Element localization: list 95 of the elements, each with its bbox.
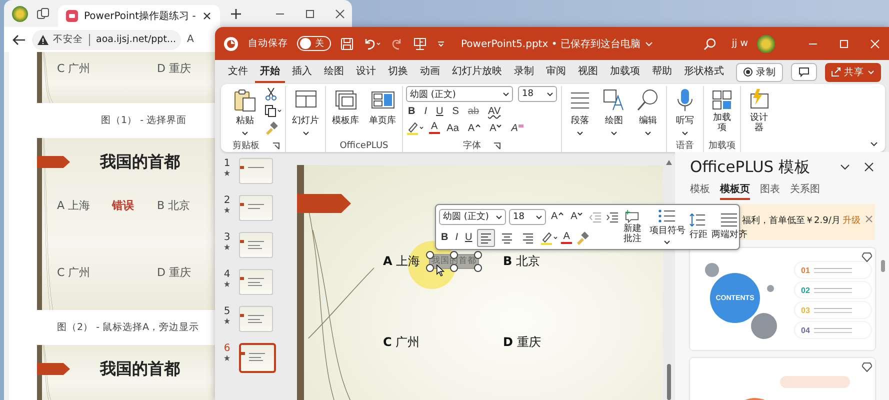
user-name: jj w bbox=[732, 38, 748, 49]
group-label: 加载项 bbox=[708, 140, 736, 152]
bold-button[interactable]: B bbox=[439, 232, 450, 243]
answer-option[interactable]: A 上海 bbox=[383, 253, 420, 270]
dictate-button[interactable]: 听写 bbox=[670, 86, 700, 139]
answer-option[interactable]: D 重庆 bbox=[503, 334, 541, 351]
pane-tab[interactable]: 模板页 bbox=[720, 180, 750, 200]
bold-button[interactable]: B bbox=[406, 106, 418, 116]
grow-font-button[interactable]: A bbox=[549, 211, 566, 222]
shrink-font-button[interactable]: A bbox=[568, 211, 586, 222]
answer-option: D 重庆 bbox=[157, 61, 217, 76]
slide-title: 我国的首都 bbox=[100, 152, 180, 173]
security-label: 不安全 bbox=[53, 33, 83, 46]
browser-tab[interactable]: PowerPoint操作题练习 - bbox=[58, 5, 220, 27]
autosave-label: 自动保存 bbox=[248, 37, 288, 50]
figure-caption: 图（2） - 鼠标选择A，旁边显示 bbox=[57, 321, 200, 335]
document-title[interactable]: PowerPoint5.pptx • 已保存到这台电脑 bbox=[461, 36, 654, 50]
autosave-toggle[interactable]: 关 bbox=[297, 36, 331, 51]
template-library-button[interactable]: 模板库 bbox=[329, 86, 362, 129]
ribbon-tab[interactable]: 帮助 bbox=[647, 61, 677, 83]
grow-font-button[interactable]: A bbox=[466, 122, 483, 134]
answer-option[interactable]: B 北京 bbox=[503, 253, 540, 270]
ribbon-tab[interactable]: 审阅 bbox=[541, 61, 571, 83]
font-size-field[interactable]: 18 bbox=[509, 208, 546, 224]
answer-option: D 重庆 bbox=[157, 265, 217, 280]
page-library-button[interactable]: 单页库 bbox=[366, 86, 399, 129]
pane-tab[interactable]: 图表 bbox=[760, 180, 780, 200]
slide-title: 我国的首都 bbox=[100, 359, 180, 380]
toolbar-button[interactable]: A bbox=[187, 34, 194, 45]
item-number: 04 bbox=[801, 326, 810, 334]
ribbon-tab[interactable]: 切换 bbox=[383, 61, 413, 83]
upgrade-link[interactable]: 升级 bbox=[842, 214, 860, 227]
group-label: 剪贴板 bbox=[232, 140, 260, 152]
pane-tab[interactable]: 关系图 bbox=[790, 180, 820, 200]
address-bar[interactable]: 不安全 aoa.ijsj.net/ppt... bbox=[32, 30, 181, 50]
ribbon-tab[interactable]: 文件 bbox=[223, 61, 253, 83]
group-label: 语音 bbox=[676, 140, 694, 152]
share-button[interactable]: 共享 bbox=[825, 62, 881, 82]
pane-title: OfficePLUS 模板 bbox=[690, 156, 811, 178]
answer-option: C 广州 bbox=[57, 61, 112, 76]
shrink-font-button[interactable]: A bbox=[488, 122, 504, 134]
font-name-field[interactable]: 幼圆 (正文) bbox=[439, 208, 506, 224]
url-text: aoa.ijsj.net/ppt... bbox=[96, 34, 176, 45]
new-slide-button[interactable]: 幻灯片 bbox=[289, 86, 322, 139]
italic-button[interactable]: I bbox=[422, 106, 430, 116]
paragraph-button[interactable]: 段落 bbox=[565, 86, 595, 139]
new-comment-button[interactable]: 新建批注 bbox=[623, 210, 642, 244]
change-case-button[interactable]: Aa bbox=[444, 122, 461, 134]
strikethrough-button[interactable]: ab bbox=[466, 106, 482, 116]
answer-option[interactable]: C 广州 bbox=[383, 334, 420, 351]
font-color-button[interactable]: A bbox=[429, 122, 440, 134]
slide-number: 5 bbox=[224, 306, 230, 317]
group-label: 字体 bbox=[463, 140, 481, 152]
editing-button[interactable]: 编辑 bbox=[633, 86, 663, 139]
ribbon-tab[interactable]: 动画 bbox=[415, 61, 445, 83]
answer-option: B 北京 bbox=[157, 198, 217, 213]
group-label: OfficePLUS bbox=[340, 140, 388, 150]
slide-number: 1 bbox=[224, 158, 230, 169]
slide-number: 4 bbox=[224, 269, 230, 280]
ribbon-tab[interactable]: 设计 bbox=[351, 61, 381, 83]
ribbon-tab[interactable]: 插入 bbox=[287, 61, 317, 83]
item-number: 02 bbox=[801, 286, 810, 294]
shadow-button[interactable]: S bbox=[450, 106, 461, 116]
add-ins-button[interactable]: 加载项 bbox=[707, 86, 737, 136]
bullets-button[interactable]: 项目符号 bbox=[649, 208, 686, 246]
ribbon-tab[interactable]: 加载项 bbox=[605, 61, 645, 83]
slide-number: 2 bbox=[224, 195, 230, 206]
figure-caption: 图（1） - 选择界面 bbox=[101, 114, 187, 128]
promo-text: 福利，首单低至￥2.9/月 bbox=[742, 214, 840, 227]
item-number: 01 bbox=[801, 266, 810, 274]
underline-button[interactable]: U bbox=[463, 232, 474, 243]
paste-button[interactable]: 粘贴 bbox=[230, 86, 260, 139]
slide-number: 6 bbox=[224, 343, 230, 354]
designer-button[interactable]: 设计器 bbox=[744, 86, 774, 136]
slide-number: 3 bbox=[224, 232, 230, 243]
pane-tab[interactable]: 模板 bbox=[690, 180, 710, 200]
record-button[interactable]: 录制 bbox=[736, 62, 783, 82]
drawing-button[interactable]: 绘图 bbox=[599, 86, 629, 139]
ribbon-tab[interactable]: 幻灯片放映 bbox=[447, 61, 507, 83]
answer-option: C 广州 bbox=[57, 265, 112, 280]
character-spacing-button[interactable]: AV bbox=[486, 106, 503, 116]
answer-option: A 上海 bbox=[57, 198, 112, 213]
ribbon-tab[interactable]: 录制 bbox=[509, 61, 539, 83]
line-spacing-button[interactable]: 行距 bbox=[689, 213, 708, 241]
ribbon-tab[interactable]: 视图 bbox=[573, 61, 603, 83]
item-number: 03 bbox=[801, 306, 810, 314]
clear-formatting-button[interactable]: A bbox=[509, 122, 526, 134]
ribbon-tab[interactable]: 形状格式 bbox=[679, 61, 729, 83]
ribbon-tab[interactable]: 绘图 bbox=[319, 61, 349, 83]
underline-button[interactable]: U bbox=[434, 106, 446, 116]
error-label: 错误 bbox=[112, 198, 135, 213]
font-color-button[interactable]: A bbox=[561, 232, 572, 244]
font-size-field[interactable]: 18 bbox=[518, 86, 557, 102]
italic-button[interactable]: I bbox=[453, 232, 460, 243]
font-name-field[interactable]: 幼圆 (正文) bbox=[406, 86, 513, 102]
